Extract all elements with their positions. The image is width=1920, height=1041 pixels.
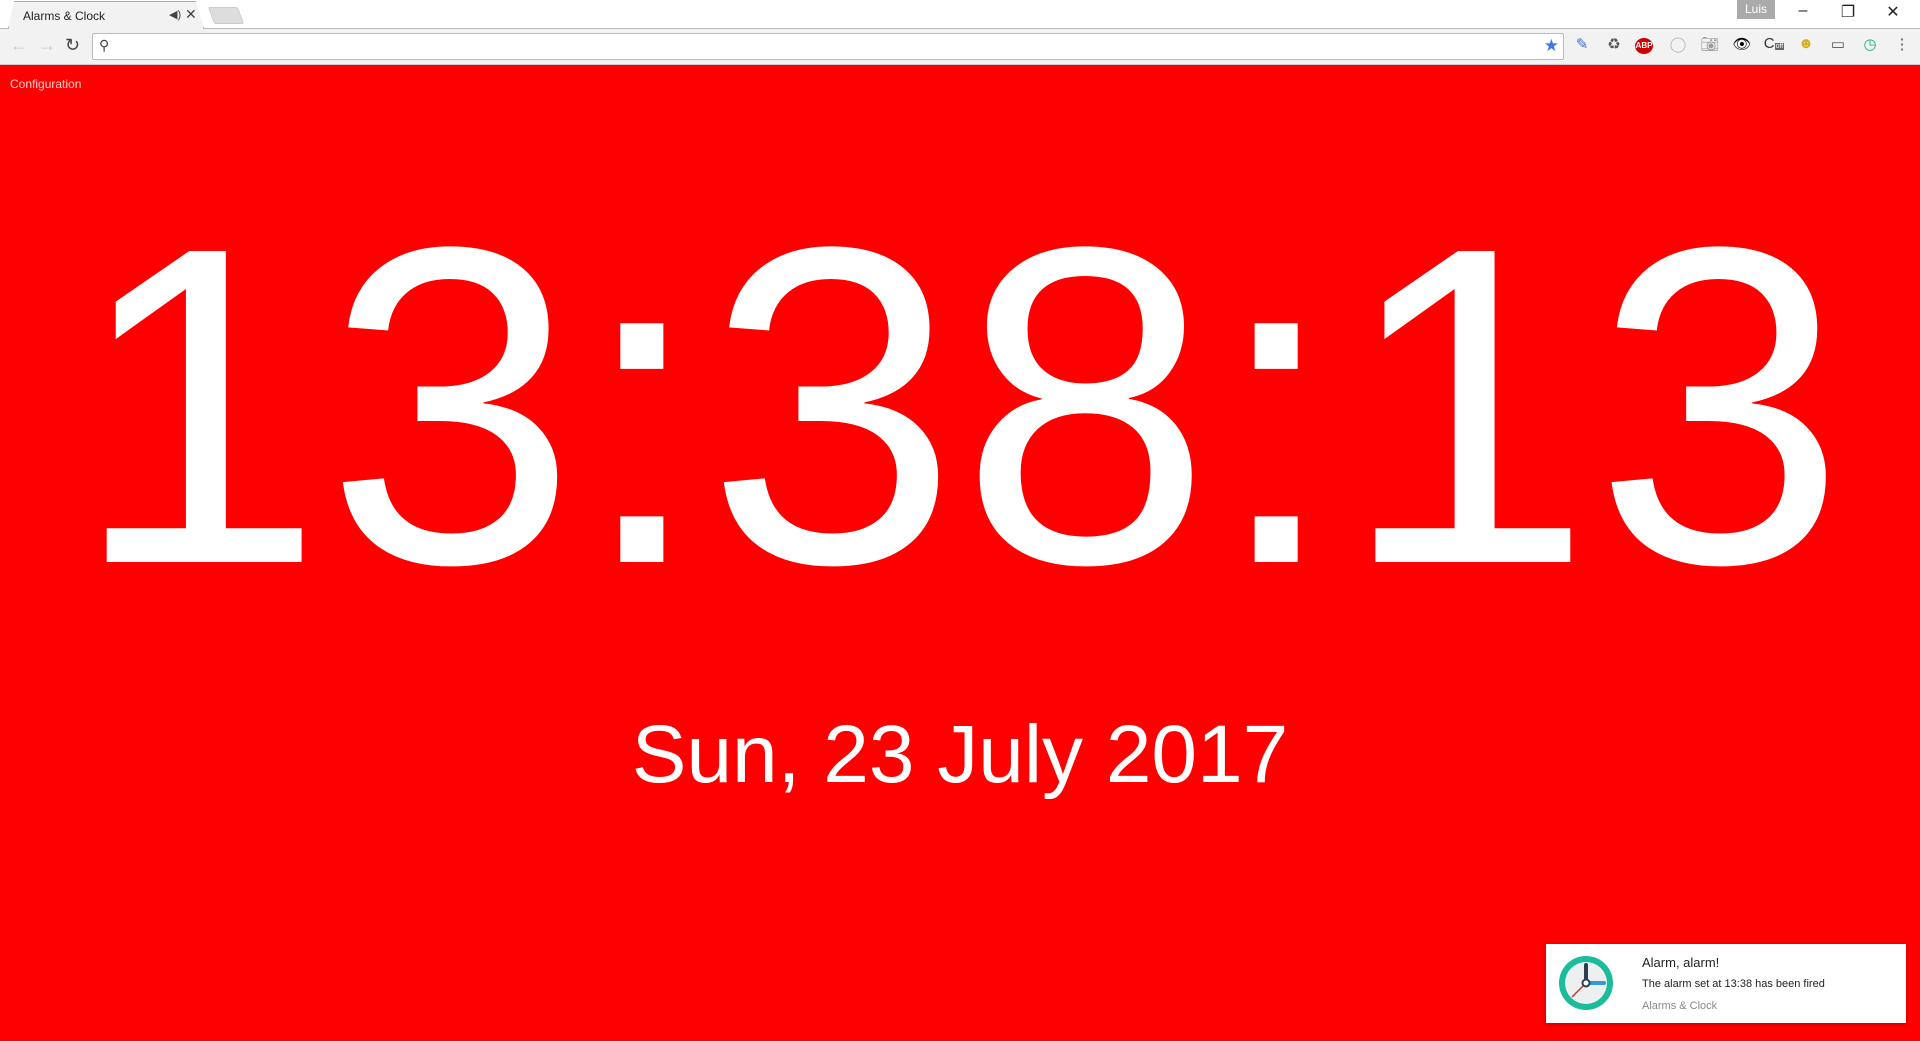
browser-toolbar: ← → ↻ ⚲ ★ ✎ ♻ ABP ◯ 📷︎ 👁︎ Coff ☻ ▭ ◷ ⋮ (0, 29, 1920, 65)
eyedropper-icon[interactable]: ✎ (1571, 35, 1593, 53)
image-ext-icon[interactable]: ☻ (1795, 35, 1817, 52)
clock-time: 13:38:13 (72, 153, 1848, 658)
ext-badge: off (1774, 43, 1785, 50)
caffeine-off-icon[interactable]: Coff (1763, 35, 1785, 52)
menu-icon[interactable]: ⋮ (1891, 35, 1913, 53)
adblock-icon[interactable]: ABP (1635, 38, 1653, 54)
restore-button[interactable]: ❐ (1833, 2, 1863, 22)
cast-icon[interactable]: ▭ (1827, 35, 1849, 53)
profile-button[interactable]: Luis (1737, 0, 1775, 19)
json-icon[interactable]: ◯ (1667, 35, 1689, 53)
minimize-button[interactable]: – (1788, 2, 1818, 20)
close-tab-icon[interactable]: ✕ (185, 6, 197, 23)
recycle-icon[interactable]: ♻ (1603, 35, 1625, 53)
reload-icon[interactable]: ↻ (65, 35, 80, 56)
forward-icon[interactable]: → (38, 35, 56, 56)
address-bar[interactable]: ⚲ ★ (92, 33, 1564, 60)
notification-title: Alarm, alarm! (1642, 955, 1720, 970)
alarm-clock-icon (1559, 956, 1613, 1010)
bookmark-star-icon[interactable]: ★ (1544, 36, 1559, 56)
new-tab-button[interactable] (207, 7, 245, 24)
search-icon: ⚲ (99, 37, 110, 53)
tab-title: Alarms & Clock (23, 9, 106, 23)
alarm-notification[interactable]: Alarm, alarm! The alarm set at 13:38 has… (1546, 944, 1906, 1023)
tab-alarms-clock[interactable]: Alarms & Clock ◀) ✕ (8, 1, 204, 29)
camera-icon[interactable]: 📷︎ (1699, 35, 1721, 53)
clock-date: Sun, 23 July 2017 (631, 709, 1289, 800)
back-icon[interactable]: ← (10, 35, 28, 56)
close-window-button[interactable]: ✕ (1878, 2, 1908, 22)
notification-source: Alarms & Clock (1642, 1000, 1718, 1012)
notification-message: The alarm set at 13:38 has been fired (1642, 978, 1825, 990)
eye-icon[interactable]: 👁︎ (1731, 35, 1753, 53)
audio-icon[interactable]: ◀) (169, 8, 181, 21)
alarm-clock-ext-icon[interactable]: ◷ (1859, 35, 1881, 53)
configuration-link[interactable]: Configuration (10, 77, 81, 91)
tab-strip: Alarms & Clock ◀) ✕ Luis – ❐ ✕ (0, 0, 1920, 29)
